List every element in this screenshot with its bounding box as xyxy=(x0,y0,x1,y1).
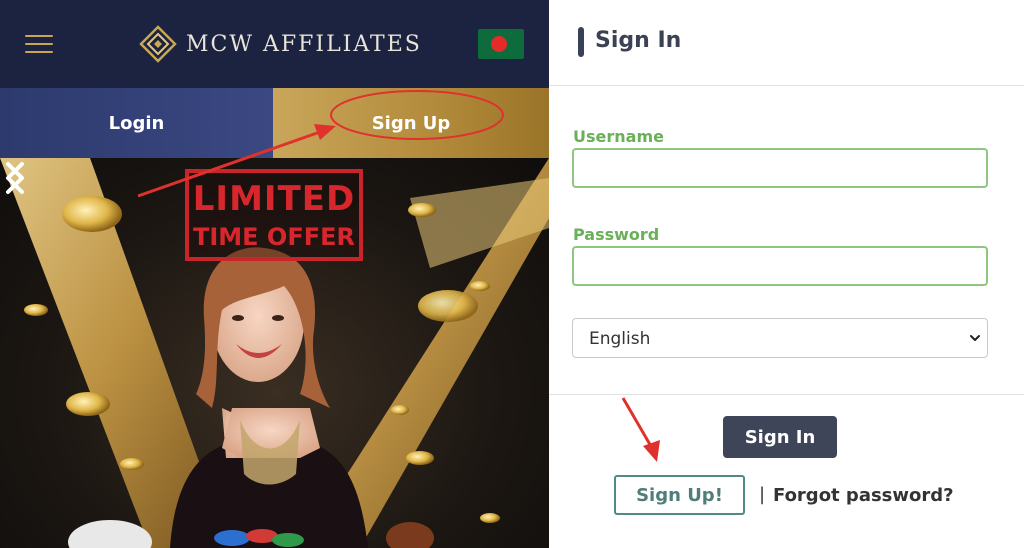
page-title: Sign In xyxy=(595,28,682,53)
password-label: Password xyxy=(573,225,660,244)
auth-tabs: Login Sign Up xyxy=(0,88,549,158)
chevron-right-icon[interactable] xyxy=(0,158,30,198)
page: MCW AFFILIATES Login Sign Up LIMITED TIM… xyxy=(0,0,1024,548)
site-logo[interactable]: MCW AFFILIATES xyxy=(138,24,422,64)
title-accent-bar xyxy=(578,27,584,57)
promo-banner[interactable]: LIMITED TIME OFFER xyxy=(0,158,549,548)
language-select[interactable]: English xyxy=(572,318,988,358)
divider xyxy=(549,394,1024,395)
tab-login[interactable]: Login xyxy=(0,88,273,158)
menu-icon[interactable] xyxy=(25,33,55,55)
mobile-site-panel: MCW AFFILIATES Login Sign Up LIMITED TIM… xyxy=(0,0,549,548)
sign-in-button[interactable]: Sign In xyxy=(723,416,837,458)
offer-line-1: LIMITED xyxy=(192,179,356,219)
offer-line-2: TIME OFFER xyxy=(193,223,355,251)
forgot-password-link[interactable]: Forgot password? xyxy=(773,485,954,506)
chevron-down-icon xyxy=(970,335,980,341)
language-select-value: English xyxy=(589,329,651,349)
logo-mark-icon xyxy=(139,25,177,63)
tab-sign-up[interactable]: Sign Up xyxy=(273,88,549,158)
username-label: Username xyxy=(573,127,664,146)
sign-in-panel: Sign In Username Password English Sign I… xyxy=(549,0,1024,548)
sign-up-button[interactable]: Sign Up! xyxy=(614,475,745,515)
limited-time-offer-badge: LIMITED TIME OFFER xyxy=(185,169,363,261)
site-header: MCW AFFILIATES xyxy=(0,0,549,88)
password-field[interactable] xyxy=(572,246,988,286)
link-separator: | xyxy=(759,484,766,505)
bangladesh-flag-icon[interactable] xyxy=(478,29,524,59)
logo-text: MCW AFFILIATES xyxy=(186,31,422,57)
sign-in-header: Sign In xyxy=(549,0,1024,86)
username-field[interactable] xyxy=(572,148,988,188)
